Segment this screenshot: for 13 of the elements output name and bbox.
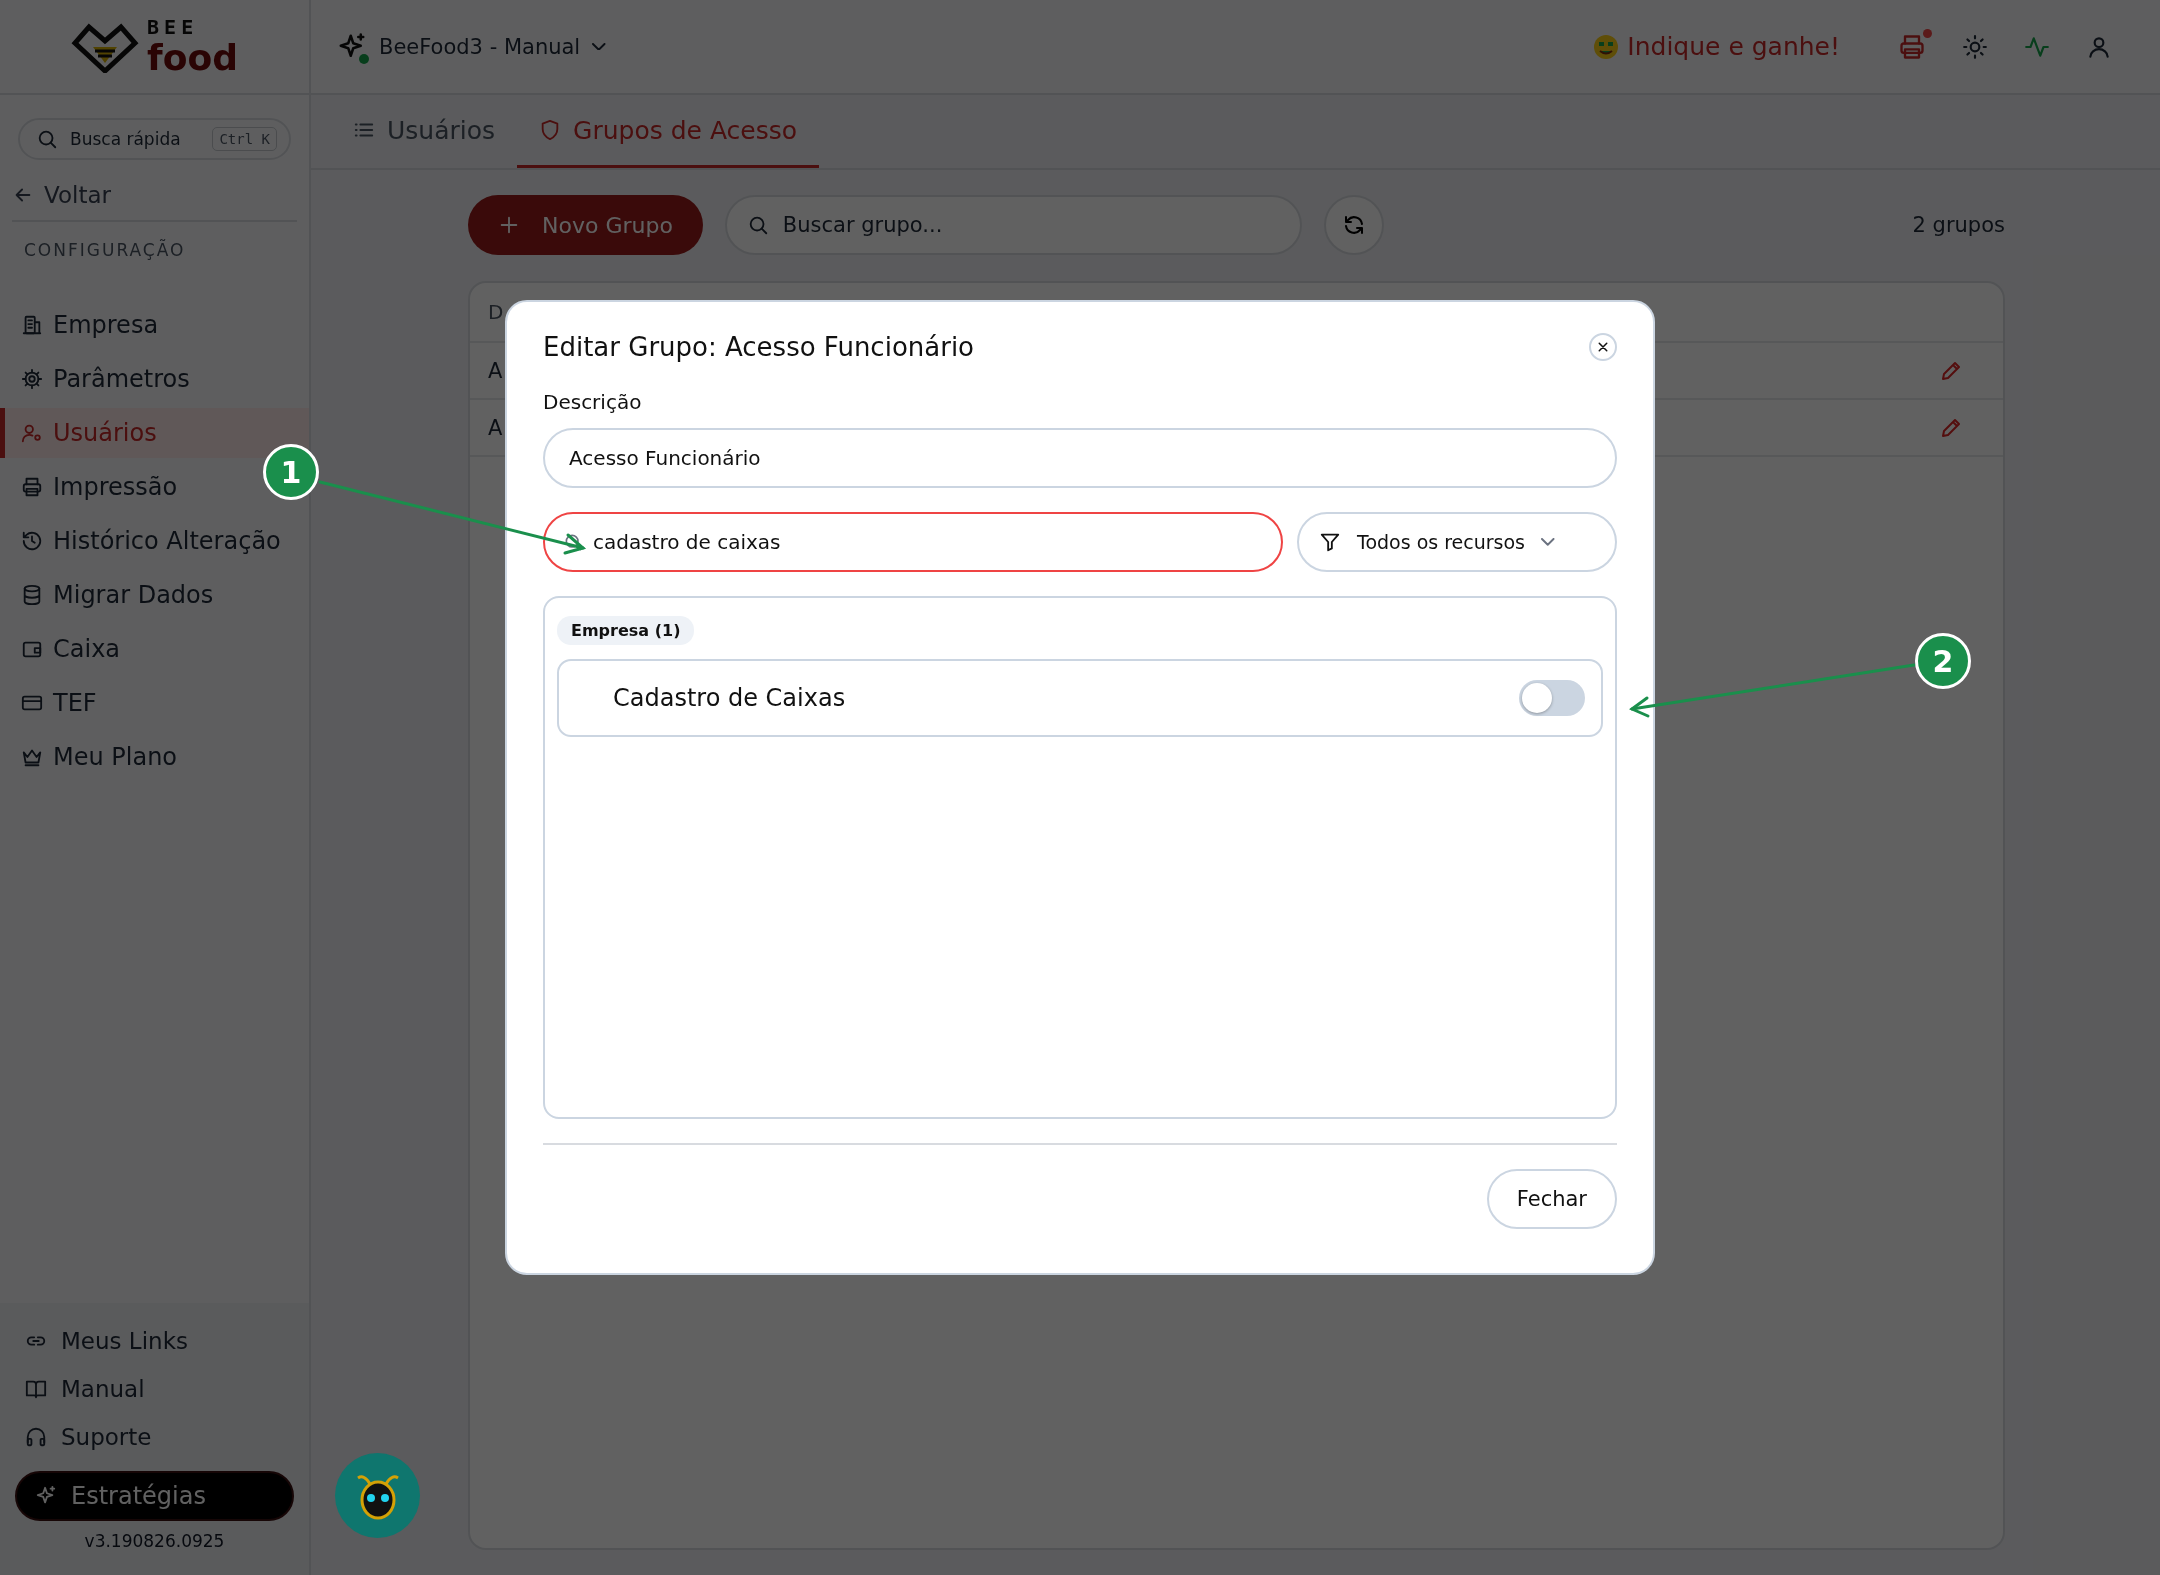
logo-text: BEE [147, 15, 200, 39]
table-cell: A [488, 415, 503, 440]
table-cell: A [488, 358, 503, 383]
group-tag: Empresa (1) [557, 616, 695, 645]
section-heading: CONFIGURAÇÃO [24, 240, 187, 260]
shortcut-hint: Ctrl K [212, 127, 277, 151]
version-label: v3.190826.0925 [83, 1531, 226, 1551]
dialog-title: Editar Grupo: Acesso Funcionário [543, 332, 975, 362]
column-header: D [488, 300, 504, 324]
permission-label: Cadastro de Caixas [613, 684, 846, 712]
field-label: Descrição [543, 390, 643, 414]
logo-text: food [147, 37, 238, 78]
group-count: 2 grupos [1912, 213, 2005, 237]
